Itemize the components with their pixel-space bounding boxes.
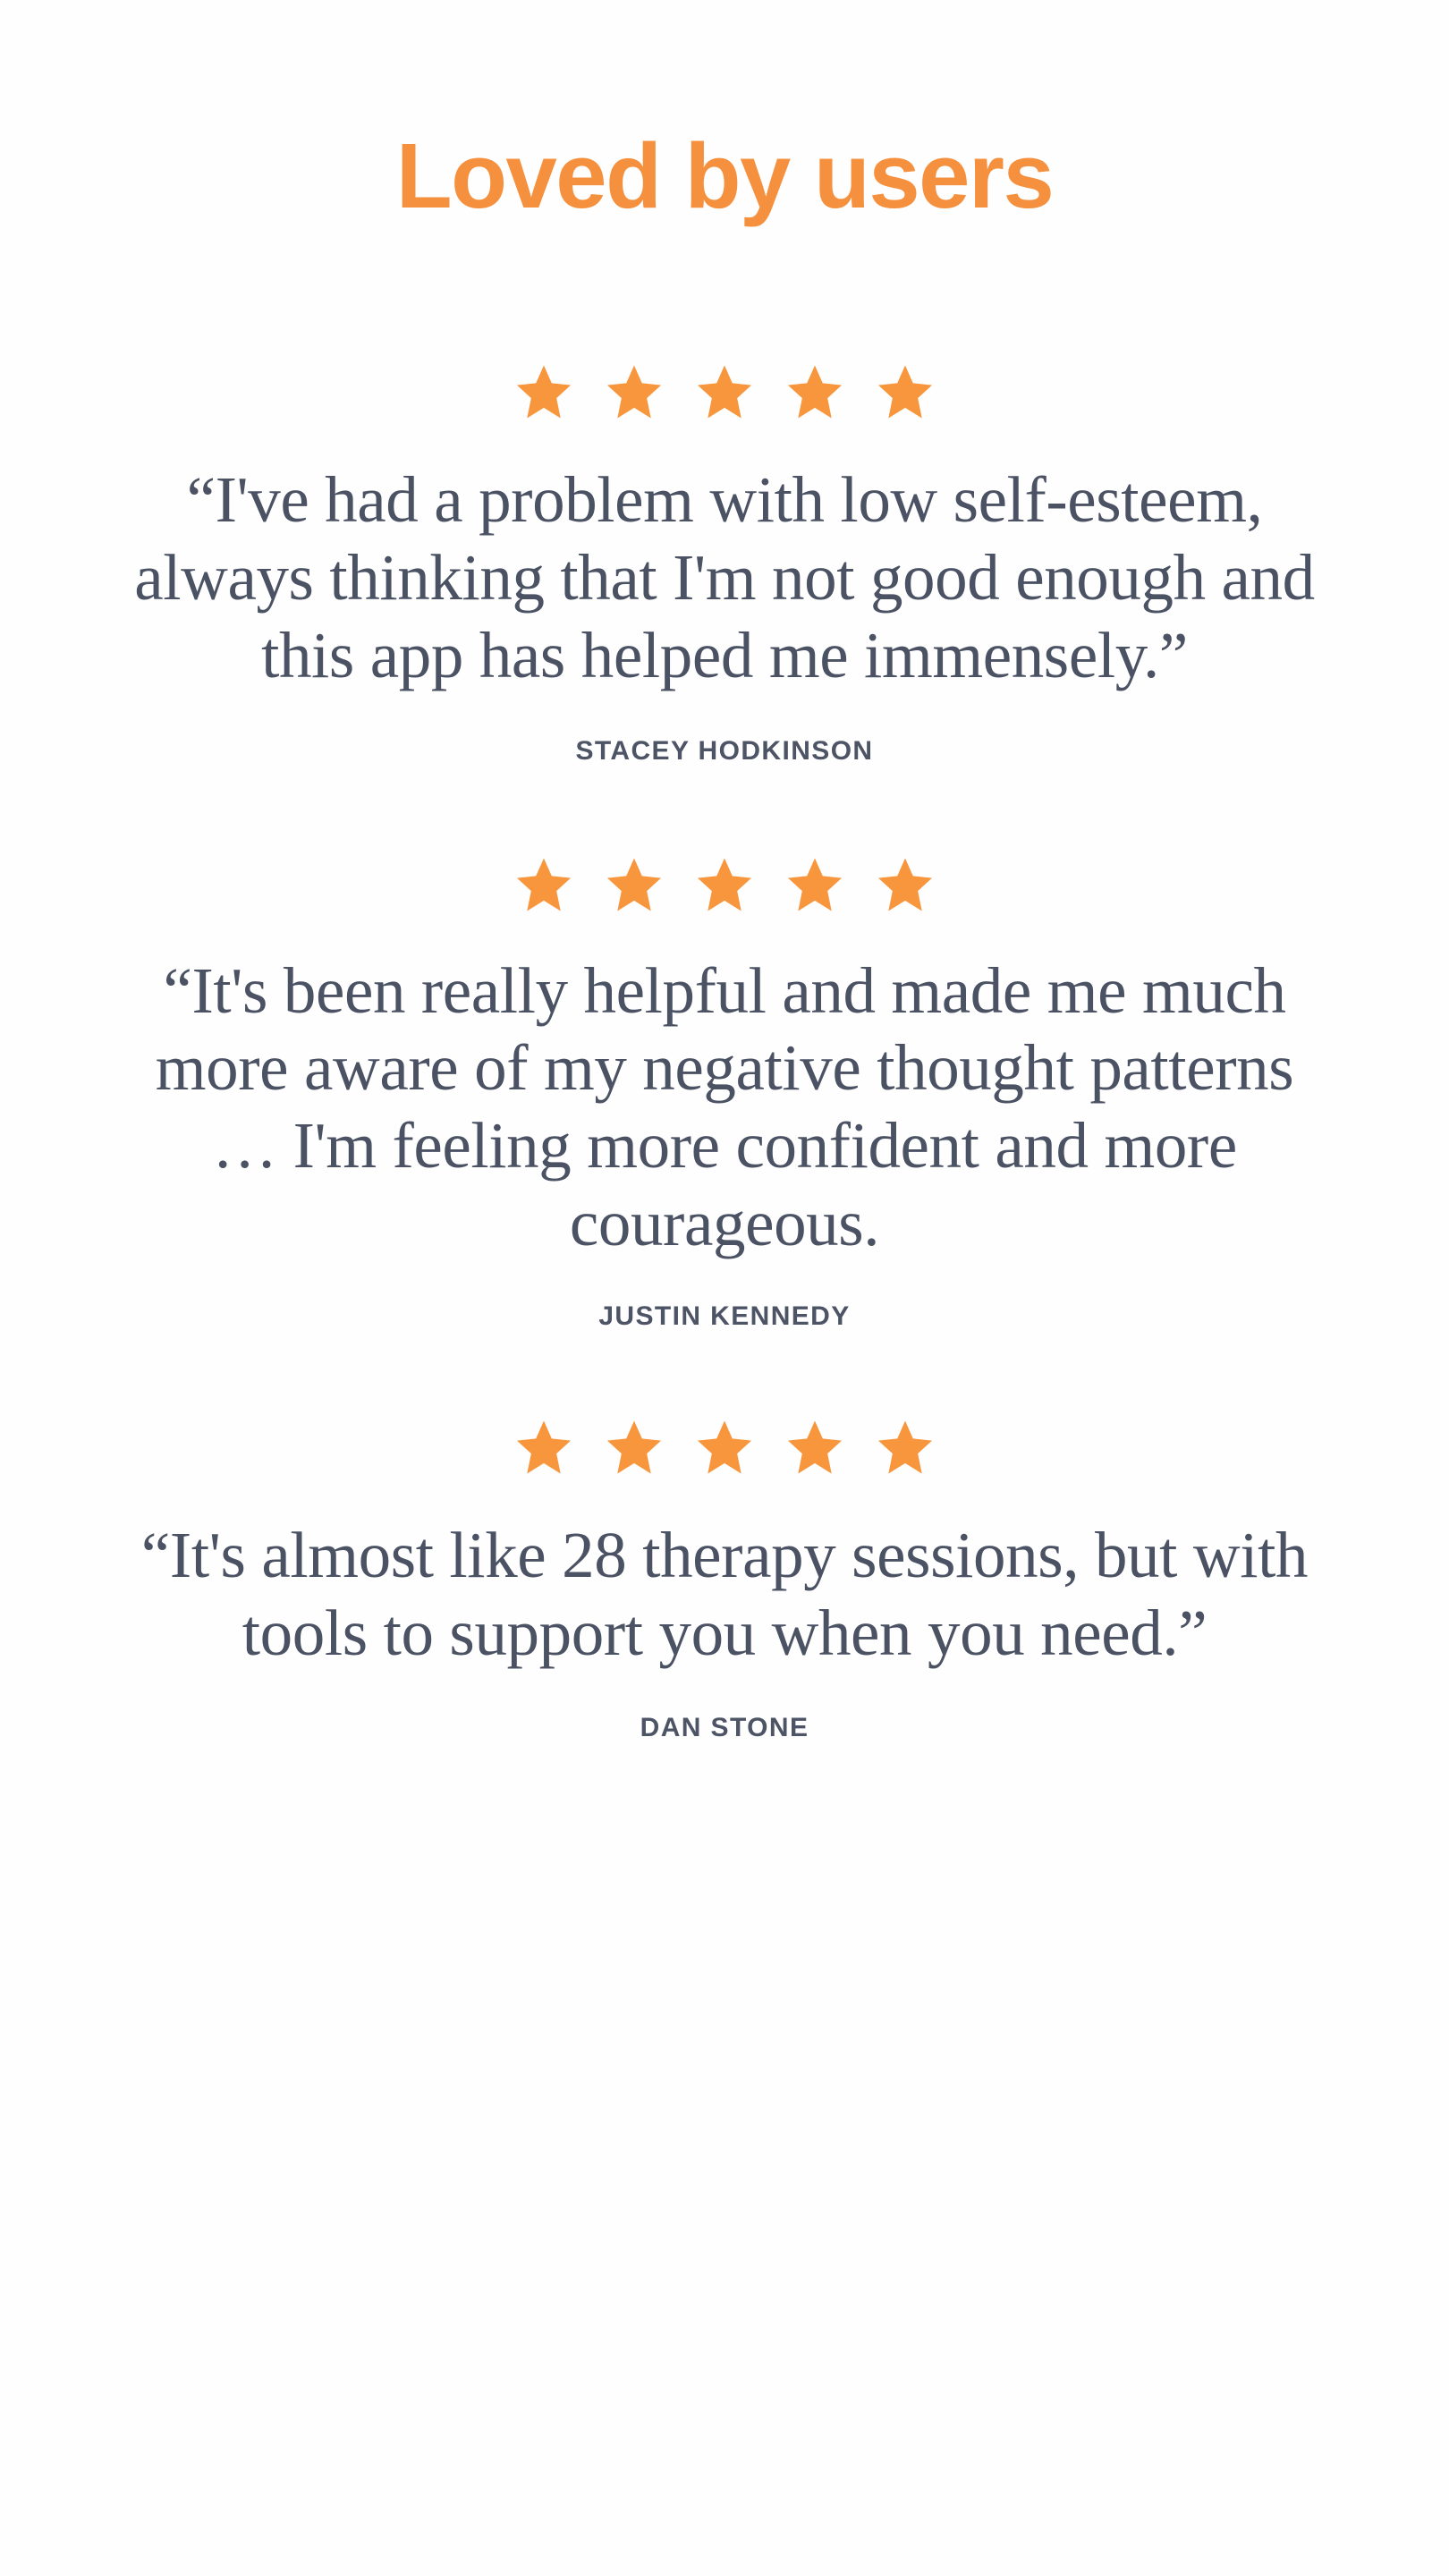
star-icon [513, 361, 574, 422]
testimonial-quote: “It's been really helpful and made me mu… [155, 953, 1294, 1260]
star-icon [694, 1417, 755, 1478]
star-rating [0, 842, 1449, 928]
star-icon [604, 361, 665, 422]
star-icon [694, 854, 755, 915]
star-icon [875, 361, 936, 422]
testimonial-card: “It's been really helpful and made me mu… [0, 842, 1449, 1333]
star-icon [513, 854, 574, 915]
star-icon [604, 1417, 665, 1478]
testimonial-card: “It's almost like 28 therapy sessions, b… [0, 1404, 1449, 1744]
star-rating [0, 1404, 1449, 1490]
testimonial-list: “I've had a problem with low self-esteem… [0, 349, 1449, 1744]
testimonial-author: DAN STONE [640, 1712, 809, 1742]
star-icon [784, 361, 845, 422]
star-icon [513, 1417, 574, 1478]
testimonial-card: “I've had a problem with low self-esteem… [0, 349, 1449, 767]
testimonial-quote: “I've had a problem with low self-esteem… [134, 463, 1315, 691]
testimonial-author: STACEY HODKINSON [575, 735, 874, 766]
star-rating [0, 349, 1449, 435]
star-icon [784, 854, 845, 915]
star-icon [694, 361, 755, 422]
star-icon [784, 1417, 845, 1478]
page-title: Loved by users [395, 124, 1055, 227]
star-icon [875, 1417, 936, 1478]
star-icon [604, 854, 665, 915]
testimonial-quote: “It's almost like 28 therapy sessions, b… [140, 1519, 1309, 1669]
testimonial-author: JUSTIN KENNEDY [598, 1301, 851, 1332]
testimonials-page: Loved by users “I've had a problem with … [0, 0, 1449, 2576]
star-icon [875, 854, 936, 915]
